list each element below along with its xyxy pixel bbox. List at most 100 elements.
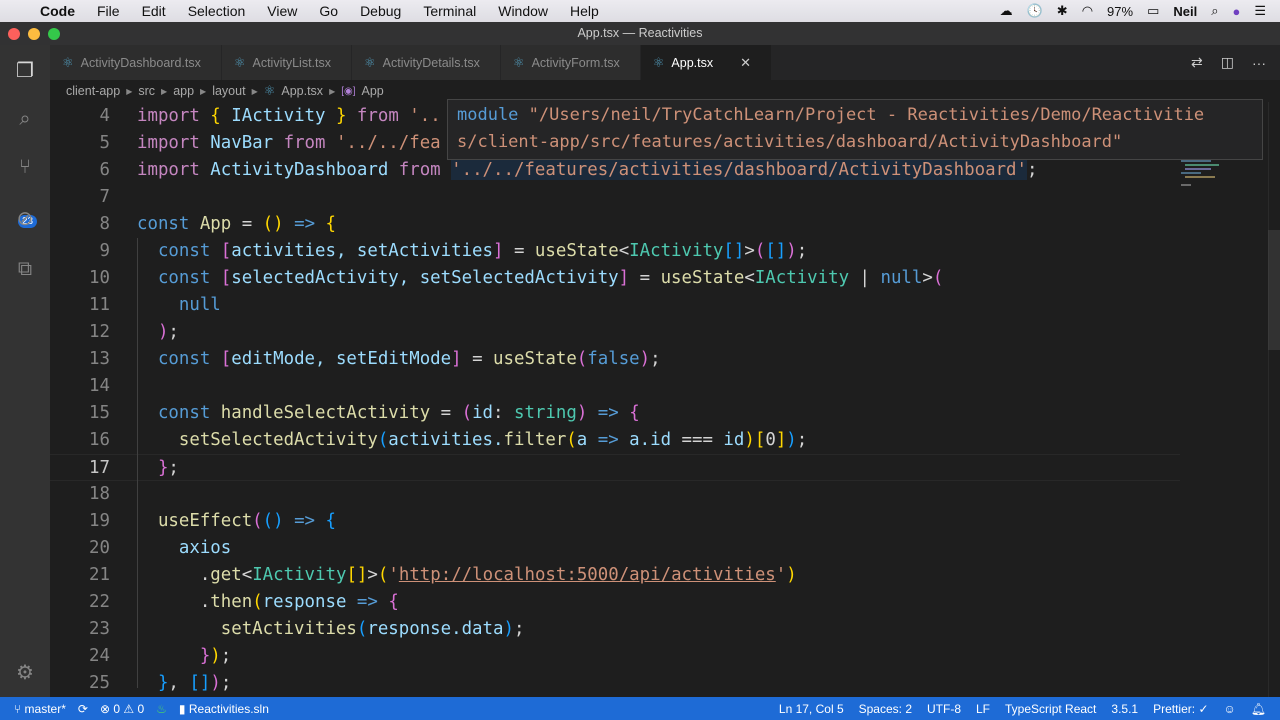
extensions-icon[interactable]: ⧉ [13, 257, 37, 281]
minimap[interactable] [1175, 158, 1220, 188]
source-control-icon[interactable]: ⑂ [13, 155, 37, 179]
breadcrumb-item[interactable]: layout [212, 84, 245, 98]
menu-debug[interactable]: Debug [360, 3, 401, 19]
breadcrumb-item[interactable]: src [138, 84, 155, 98]
code-text: const [activities, setActivities] = useS… [137, 238, 807, 265]
cursor-position[interactable]: Ln 17, Col 5 [779, 702, 844, 716]
notifications-bell-icon[interactable]: 🔔︎ [1251, 702, 1266, 716]
code-editor[interactable]: 4 import { IActivity } from '.. 5 import Na… [50, 102, 1280, 697]
zoom-window-button[interactable] [48, 28, 60, 40]
language-mode[interactable]: TypeScript React [1005, 702, 1096, 716]
spotlight-icon[interactable]: ⌕ [1211, 3, 1218, 19]
indentation[interactable]: Spaces: 2 [859, 702, 912, 716]
git-branch[interactable]: ⑂ master* [14, 702, 66, 716]
menu-app-name[interactable]: Code [40, 3, 75, 19]
code-line[interactable]: 24 }); [50, 643, 1180, 670]
code-token: > [922, 268, 933, 288]
bluetooth-icon[interactable]: ✱ [1057, 3, 1068, 19]
split-editor-icon[interactable]: ◫ [1221, 54, 1234, 71]
code-line[interactable]: 9 const [activities, setActivities] = us… [50, 238, 1180, 265]
tab-activity-dashboard[interactable]: ⚛ ActivityDashboard.tsx [50, 45, 222, 80]
explorer-icon[interactable]: ❐ [13, 59, 37, 83]
search-icon[interactable]: ⌕ [13, 107, 37, 131]
battery-percent[interactable]: 97% [1107, 4, 1133, 19]
code-line[interactable]: 8 const App = () => { [50, 211, 1180, 238]
code-line[interactable]: 7 [50, 184, 1180, 211]
minimize-window-button[interactable] [28, 28, 40, 40]
tab-app[interactable]: ⚛ App.tsx ✕ [640, 45, 773, 80]
code-text: ); [137, 319, 179, 346]
code-line[interactable]: 25 }, []); [50, 670, 1180, 697]
code-token: '../../fea [335, 133, 441, 153]
line-number: 20 [89, 538, 110, 558]
code-token: } [137, 646, 211, 666]
code-token: [] [189, 673, 211, 693]
code-token: ' [388, 565, 399, 585]
code-line[interactable]: 6 import ActivityDashboard from '../../fe… [50, 157, 1180, 184]
solution-indicator[interactable]: ▮ Reactivities.sln [179, 702, 269, 716]
cloud-icon[interactable]: ☁ [1000, 3, 1013, 19]
scrollbar-thumb[interactable] [1268, 230, 1280, 350]
menu-window[interactable]: Window [498, 3, 548, 19]
code-line[interactable]: 13 const [editMode, setEditMode] = useSt… [50, 346, 1180, 373]
close-window-button[interactable] [8, 28, 20, 40]
flame-icon[interactable]: ♨ [156, 702, 167, 716]
menu-help[interactable]: Help [570, 3, 599, 19]
menu-file[interactable]: File [97, 3, 120, 19]
end-of-line[interactable]: LF [976, 702, 990, 716]
time-machine-icon[interactable]: 🕓 [1027, 3, 1043, 19]
code-line[interactable]: 17 }; [50, 454, 1180, 481]
encoding[interactable]: UTF-8 [927, 702, 961, 716]
activity-bar: ❐ ⌕ ⑂ 23 ⊘ ⧉ ⚙ [0, 45, 50, 697]
user-name[interactable]: Neil [1173, 4, 1197, 19]
feedback-smiley-icon[interactable]: ☺ [1224, 702, 1236, 716]
code-line[interactable]: 11 null [50, 292, 1180, 319]
siri-icon[interactable]: ● [1232, 4, 1240, 19]
code-token: IActivity [231, 106, 336, 126]
code-line[interactable]: 15 const handleSelectActivity = (id: str… [50, 400, 1180, 427]
code-line[interactable]: 12 ); [50, 319, 1180, 346]
menu-view[interactable]: View [267, 3, 297, 19]
breadcrumb-item[interactable]: App [362, 84, 384, 98]
code-line[interactable]: 21 .get<IActivity[]>('http://localhost:5… [50, 562, 1180, 589]
menu-go[interactable]: Go [319, 3, 338, 19]
code-line[interactable]: 23 setActivities(response.data); [50, 616, 1180, 643]
code-line[interactable]: 14 [50, 373, 1180, 400]
code-token: selectedActivity, setSelectedActivity [231, 268, 619, 288]
code-line[interactable]: 22 .then(response => { [50, 589, 1180, 616]
code-token: { [325, 214, 336, 234]
code-line[interactable]: 10 const [selectedActivity, setSelectedA… [50, 265, 1180, 292]
breadcrumb-item[interactable]: client-app [66, 84, 120, 98]
problems-indicator[interactable]: ⊗ 0 ⚠ 0 [100, 702, 144, 716]
menu-edit[interactable]: Edit [142, 3, 166, 19]
vertical-scrollbar[interactable] [1268, 102, 1280, 697]
code-line[interactable]: 18 [50, 481, 1180, 508]
menu-selection[interactable]: Selection [188, 3, 246, 19]
sync-icon[interactable]: ⟳ [78, 702, 88, 716]
code-text: import ActivityDashboard from '../../fea… [137, 157, 1037, 184]
tab-activity-form[interactable]: ⚛ ActivityForm.tsx [500, 45, 641, 80]
close-tab-icon[interactable]: ✕ [740, 55, 751, 71]
code-text: }, []); [137, 670, 231, 697]
menu-terminal[interactable]: Terminal [423, 3, 476, 19]
code-token: => [294, 214, 326, 234]
notification-center-icon[interactable]: ☰ [1254, 3, 1266, 19]
breadcrumb-item[interactable]: app [173, 84, 194, 98]
wifi-icon[interactable]: ◠ [1082, 3, 1093, 19]
more-actions-icon[interactable]: ··· [1252, 55, 1266, 71]
breadcrumb-item[interactable]: App.tsx [281, 84, 323, 98]
settings-gear-icon[interactable]: ⚙ [13, 661, 37, 685]
open-changes-icon[interactable]: ⇄ [1191, 54, 1203, 71]
code-line[interactable]: 16 setSelectedActivity(activities.filter… [50, 427, 1180, 454]
code-token: from [283, 133, 336, 153]
code-line[interactable]: 20 axios [50, 535, 1180, 562]
prettier-status[interactable]: Prettier: ✓ [1153, 702, 1208, 716]
symbol-icon: [◉] [341, 85, 356, 97]
code-token: editMode, setEditMode [231, 349, 452, 369]
typescript-version[interactable]: 3.5.1 [1111, 702, 1138, 716]
code-line[interactable]: 19 useEffect(() => { [50, 508, 1180, 535]
tab-activity-list[interactable]: ⚛ ActivityList.tsx [221, 45, 352, 80]
line-number: 19 [89, 511, 110, 531]
debug-icon[interactable]: ⊘ [13, 207, 37, 231]
tab-activity-details[interactable]: ⚛ ActivityDetails.tsx [352, 45, 501, 80]
